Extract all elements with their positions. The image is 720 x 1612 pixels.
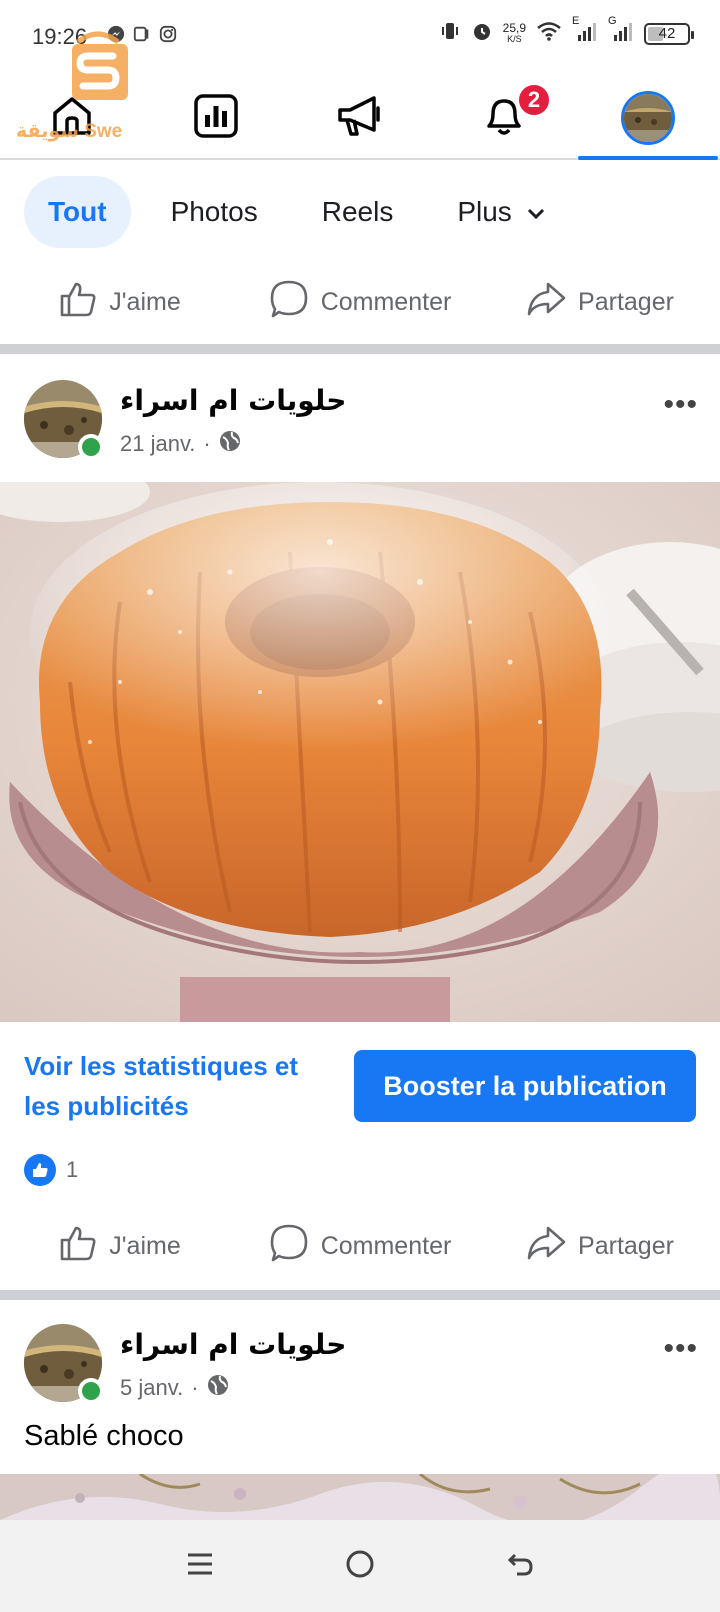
- chip-all[interactable]: Tout: [24, 176, 131, 248]
- post-actions: J'aime Commenter Partager: [0, 1206, 720, 1286]
- signal-sim1: E: [572, 15, 598, 46]
- reaction-summary[interactable]: 1: [24, 1154, 78, 1186]
- nav-profile[interactable]: [576, 78, 720, 160]
- insights-icon: [193, 93, 239, 144]
- view-stats-link[interactable]: Voir les statistiques et les publicités: [24, 1046, 334, 1126]
- notification-badge: 2: [516, 82, 552, 118]
- post-actions-previous: J'aime Commenter Partager: [0, 262, 720, 342]
- chevron-down-icon: [526, 196, 546, 228]
- system-navigation-bar: [0, 1520, 720, 1612]
- post-author[interactable]: حلويات ام اسراء: [120, 384, 346, 417]
- post-author[interactable]: حلويات ام اسراء: [120, 1328, 346, 1361]
- post-header: حلويات ام اسراء 5 janv. · •••: [0, 1298, 720, 1404]
- post-caption: Sablé choco: [24, 1420, 184, 1452]
- avatar: [621, 91, 675, 145]
- comment-button[interactable]: Commenter: [240, 262, 480, 342]
- nav-insights[interactable]: [144, 78, 288, 158]
- post-date[interactable]: 5 janv.: [120, 1375, 183, 1401]
- nav-notifications[interactable]: 2: [432, 78, 576, 158]
- status-time: 19:26: [32, 24, 88, 49]
- online-indicator: [78, 1378, 104, 1404]
- status-bar: 19:26 25,9 K/S E G 42: [0, 0, 720, 72]
- megaphone-icon: [336, 93, 384, 144]
- comment-button[interactable]: Commenter: [240, 1206, 480, 1286]
- alarm-icon: [471, 20, 493, 47]
- home-button[interactable]: [330, 1536, 390, 1596]
- post-image[interactable]: [0, 482, 720, 1022]
- wifi-icon: [536, 21, 562, 46]
- globe-icon: [219, 430, 241, 458]
- back-button[interactable]: [490, 1536, 550, 1596]
- home-icon: [49, 93, 95, 144]
- filter-chips: Tout Photos Reels Plus: [24, 176, 586, 248]
- menu-icon: [185, 1549, 215, 1584]
- instagram-icon: [158, 24, 178, 44]
- post-date[interactable]: 21 janv.: [120, 431, 195, 457]
- reaction-count: 1: [66, 1157, 79, 1182]
- status-right-icons: 25,9 K/S E G 42: [439, 15, 694, 47]
- more-options-button[interactable]: •••: [663, 388, 698, 422]
- like-button[interactable]: J'aime: [0, 262, 240, 342]
- post-meta: 5 janv. ·: [120, 1374, 229, 1402]
- app-notification-icon: [132, 24, 152, 44]
- post-meta: 21 janv. ·: [120, 430, 241, 458]
- chip-reels[interactable]: Reels: [298, 176, 418, 248]
- post-image[interactable]: [0, 1474, 720, 1520]
- share-button[interactable]: Partager: [480, 1206, 720, 1286]
- like-button[interactable]: J'aime: [0, 1206, 240, 1286]
- thumbs-up-icon: [59, 1224, 97, 1269]
- messenger-icon: [106, 24, 126, 44]
- nav-home[interactable]: [0, 78, 144, 158]
- circle-home-icon: [345, 1549, 375, 1584]
- like-reaction-icon: [24, 1154, 56, 1186]
- signal-sim2: G: [608, 15, 634, 46]
- recent-apps-button[interactable]: [170, 1536, 230, 1596]
- share-button[interactable]: Partager: [480, 262, 720, 342]
- share-icon: [526, 280, 566, 325]
- more-options-button[interactable]: •••: [663, 1332, 698, 1366]
- feed-divider: [0, 344, 720, 354]
- boost-post-button[interactable]: Booster la publication: [354, 1050, 696, 1122]
- online-indicator: [78, 434, 104, 460]
- comment-icon: [269, 279, 309, 326]
- thumbs-up-icon: [59, 280, 97, 325]
- status-notification-icons: [106, 24, 178, 44]
- battery-icon: 42: [644, 22, 694, 45]
- vibrate-icon: [439, 20, 461, 47]
- network-speed: 25,9 K/S: [502, 20, 526, 44]
- post-header: حلويات ام اسراء 21 janv. · •••: [0, 354, 720, 460]
- globe-icon: [207, 1374, 229, 1402]
- chip-photos[interactable]: Photos: [147, 176, 282, 248]
- chip-more[interactable]: Plus: [433, 176, 569, 248]
- back-arrow-icon: [505, 1549, 535, 1584]
- top-nav: 2: [0, 78, 720, 160]
- comment-icon: [269, 1223, 309, 1270]
- share-icon: [526, 1224, 566, 1269]
- nav-ads[interactable]: [288, 78, 432, 158]
